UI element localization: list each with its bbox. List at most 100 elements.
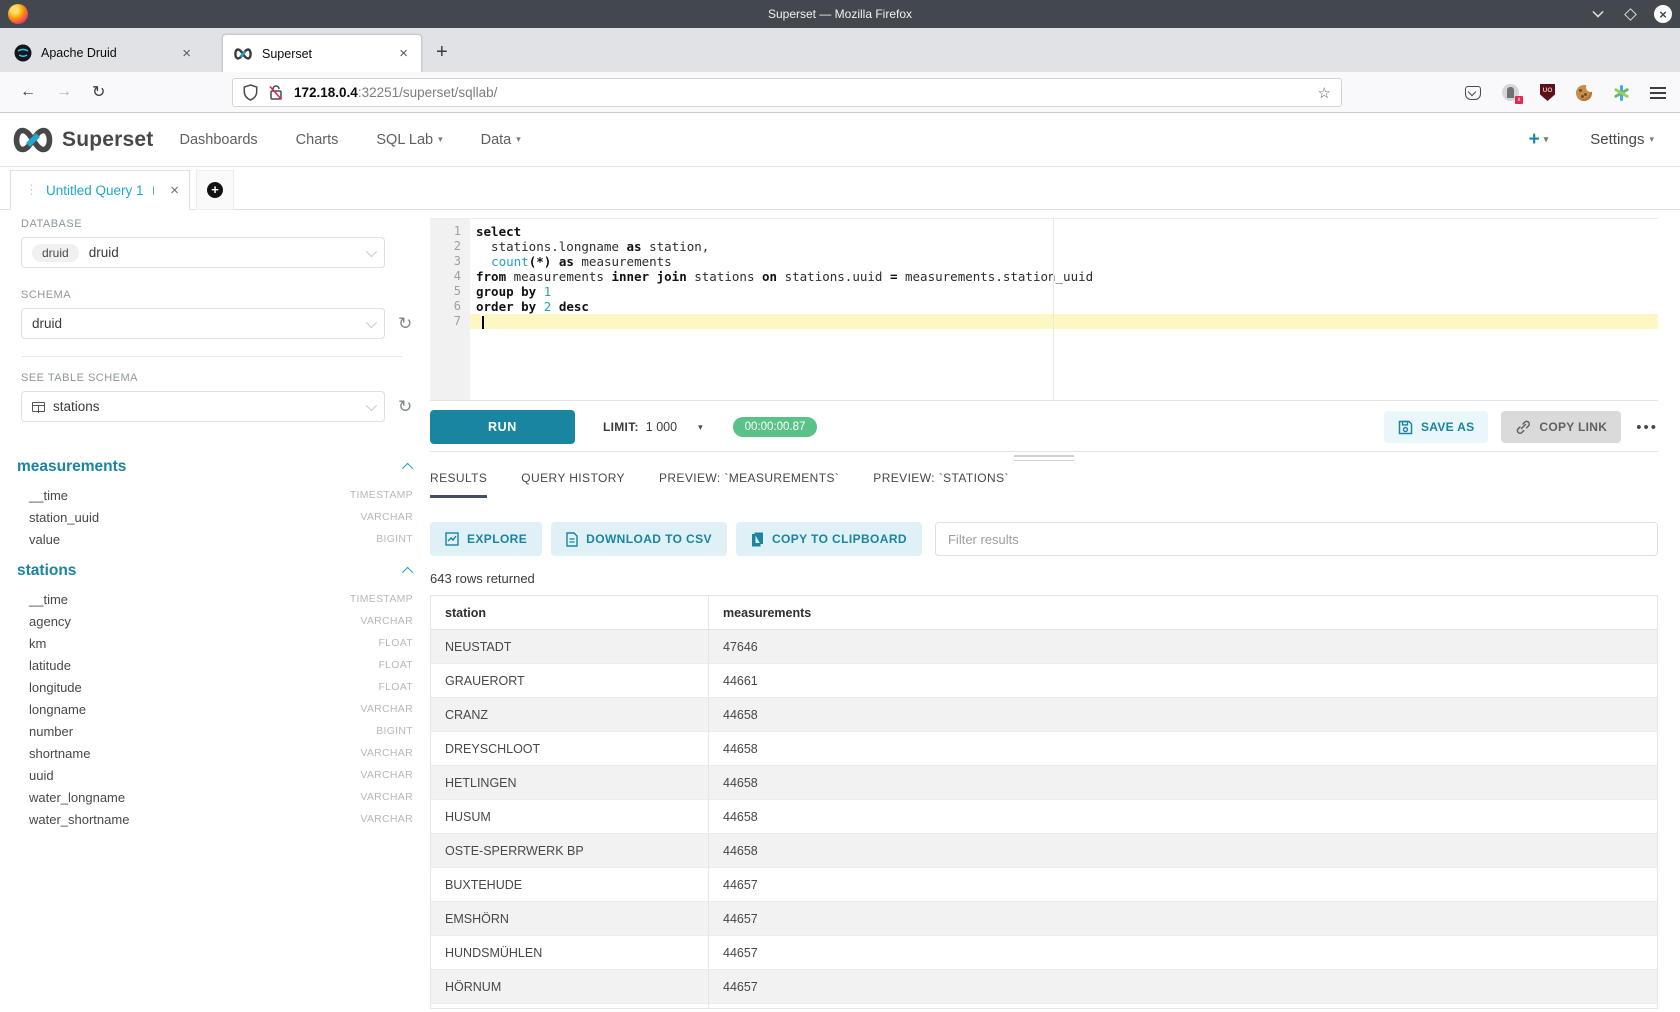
settings-menu[interactable]: Settings▾: [1590, 131, 1654, 148]
caret-down-icon: ▾: [1649, 134, 1654, 145]
asterisk-extension-icon[interactable]: [1613, 85, 1629, 101]
column-row: water_longnameVARCHAR: [17, 786, 413, 808]
table-row[interactable]: NEUSTADT47646: [431, 630, 1657, 664]
nav-item-data[interactable]: Data▾: [481, 132, 521, 148]
refresh-schema-icon[interactable]: ↻: [398, 314, 412, 334]
results-tabs: RESULTS QUERY HISTORY PREVIEW: `MEASUREMEN…: [430, 471, 1658, 498]
table-row[interactable]: DREYSCHLOOT44658: [431, 732, 1657, 766]
table-cell: BUXTEHUDE: [431, 868, 708, 902]
back-button[interactable]: ←: [20, 83, 36, 101]
nav-item-label: SQL Lab: [376, 132, 433, 148]
bookmark-star-icon[interactable]: ☆: [1318, 84, 1331, 102]
text-cursor: [482, 316, 484, 329]
close-icon[interactable]: ×: [179, 45, 194, 62]
table-group-header[interactable]: stations: [17, 562, 413, 580]
query-tab-untitled-1[interactable]: ⋮ Untitled Query 1 ×: [10, 170, 190, 210]
table-row[interactable]: KRAUTSAND44657: [431, 1004, 1657, 1009]
close-icon[interactable]: ×: [170, 182, 179, 199]
table-row[interactable]: CRANZ44658: [431, 698, 1657, 732]
schema-select[interactable]: druid: [21, 308, 385, 339]
reload-button[interactable]: ↻: [92, 82, 105, 102]
results-tab-0[interactable]: RESULTS: [430, 471, 487, 498]
filter-results-input[interactable]: [935, 522, 1658, 556]
superset-brand[interactable]: Superset: [10, 125, 153, 155]
copy-clipboard-button[interactable]: COPY TO CLIPBOARD: [736, 522, 922, 556]
gutter-line-number: 1: [430, 224, 461, 239]
menu-icon[interactable]: [1650, 87, 1666, 99]
code-token: (*): [529, 254, 552, 269]
table-row[interactable]: HETLINGEN44658: [431, 766, 1657, 800]
results-tab-3[interactable]: PREVIEW: `STATIONS`: [873, 471, 1009, 498]
column-row: kmFLOAT: [17, 632, 413, 654]
panel-splitter[interactable]: [430, 451, 1658, 461]
chevron-down-icon: [366, 245, 377, 256]
column-name: __time: [29, 592, 68, 607]
table-row[interactable]: EMSHÖRN44657: [431, 902, 1657, 936]
table-select[interactable]: stations: [21, 391, 385, 422]
column-name: latitude: [29, 658, 71, 673]
column-header[interactable]: station: [431, 596, 708, 630]
chevron-up-icon[interactable]: [402, 567, 413, 578]
editor-toolbar: RUN LIMIT: 1 000 ▾ 00:00:00.87 SAVE AS C…: [430, 410, 1658, 444]
database-select[interactable]: druid druid: [21, 237, 385, 268]
drag-handle-icon[interactable]: ⋮: [25, 182, 36, 198]
table-row[interactable]: HUSUM44658: [431, 800, 1657, 834]
extension-icon[interactable]: x: [1502, 84, 1519, 101]
table-cell: 44658: [708, 834, 1657, 868]
column-name: km: [29, 636, 46, 651]
window-minimize-button[interactable]: [1590, 6, 1606, 22]
browser-tab-apache-druid[interactable]: Apache Druid ×: [4, 34, 204, 72]
results-tab-2[interactable]: PREVIEW: `MEASUREMENTS`: [659, 471, 839, 498]
table-row[interactable]: HUNDSMÜHLEN44657: [431, 936, 1657, 970]
copy-link-button[interactable]: COPY LINK: [1501, 411, 1621, 443]
code-token: on: [762, 269, 777, 284]
url-bar[interactable]: 172.18.0.4:32251/superset/sqllab/ ☆: [232, 78, 1342, 107]
window-maximize-button[interactable]: [1622, 6, 1638, 22]
gutter-line-number: 6: [430, 299, 461, 314]
column-row: water_shortnameVARCHAR: [17, 808, 413, 830]
pocket-icon[interactable]: [1465, 86, 1481, 100]
table-cell: EMSHÖRN: [431, 902, 708, 936]
browser-tab-superset[interactable]: Superset ×: [222, 34, 422, 72]
column-row: numberBIGINT: [17, 720, 413, 742]
close-icon[interactable]: ×: [396, 45, 411, 62]
results-tab-1[interactable]: QUERY HISTORY: [521, 471, 625, 498]
limit-dropdown[interactable]: LIMIT: 1 000 ▾: [603, 420, 703, 434]
column-row: latitudeFLOAT: [17, 654, 413, 676]
ublock-origin-icon[interactable]: UO: [1540, 84, 1555, 101]
new-tab-button[interactable]: +: [436, 41, 448, 64]
column-header[interactable]: measurements: [708, 596, 1657, 630]
code-token: measurements: [574, 254, 672, 269]
sql-editor[interactable]: 1234567 select stations.longname as stat…: [430, 218, 1658, 401]
nav-item-sql-lab[interactable]: SQL Lab▾: [376, 132, 442, 148]
table-cell: 44657: [708, 902, 1657, 936]
code-token: select: [476, 224, 521, 239]
explore-button[interactable]: EXPLORE: [430, 522, 542, 556]
more-options-button[interactable]: •••: [1636, 419, 1658, 436]
superset-navbar: Superset DashboardsChartsSQL Lab▾Data▾ +…: [0, 113, 1680, 167]
add-new-button[interactable]: +▾: [1529, 129, 1549, 151]
editor-code[interactable]: select stations.longname as station, cou…: [470, 219, 1658, 400]
window-close-button[interactable]: ×: [1654, 5, 1672, 23]
caret-down-icon: ▾: [1544, 134, 1549, 145]
refresh-table-icon[interactable]: ↻: [398, 397, 412, 417]
table-row[interactable]: GRAUERORT44661: [431, 664, 1657, 698]
table-row[interactable]: HÖRNUM44657: [431, 970, 1657, 1004]
table-row[interactable]: OSTE-SPERRWERK BP44658: [431, 834, 1657, 868]
code-token: [536, 299, 544, 314]
save-as-button[interactable]: SAVE AS: [1384, 411, 1488, 443]
chevron-up-icon[interactable]: [402, 463, 413, 474]
cookie-extension-icon[interactable]: [1576, 85, 1592, 101]
add-query-tab-button[interactable]: +: [196, 170, 234, 210]
insecure-lock-icon[interactable]: [268, 84, 284, 101]
table-group-header[interactable]: measurements: [17, 458, 413, 476]
table-row[interactable]: BUXTEHUDE44657: [431, 868, 1657, 902]
forward-button[interactable]: →: [56, 83, 72, 101]
nav-item-charts[interactable]: Charts: [296, 132, 339, 148]
shield-icon[interactable]: [243, 84, 258, 101]
nav-item-dashboards[interactable]: Dashboards: [179, 132, 257, 148]
download-csv-button[interactable]: DOWNLOAD TO CSV: [551, 522, 727, 556]
run-button[interactable]: RUN: [430, 410, 575, 444]
table-cell: NEUSTADT: [431, 630, 708, 664]
grip-icon: [1014, 455, 1074, 464]
